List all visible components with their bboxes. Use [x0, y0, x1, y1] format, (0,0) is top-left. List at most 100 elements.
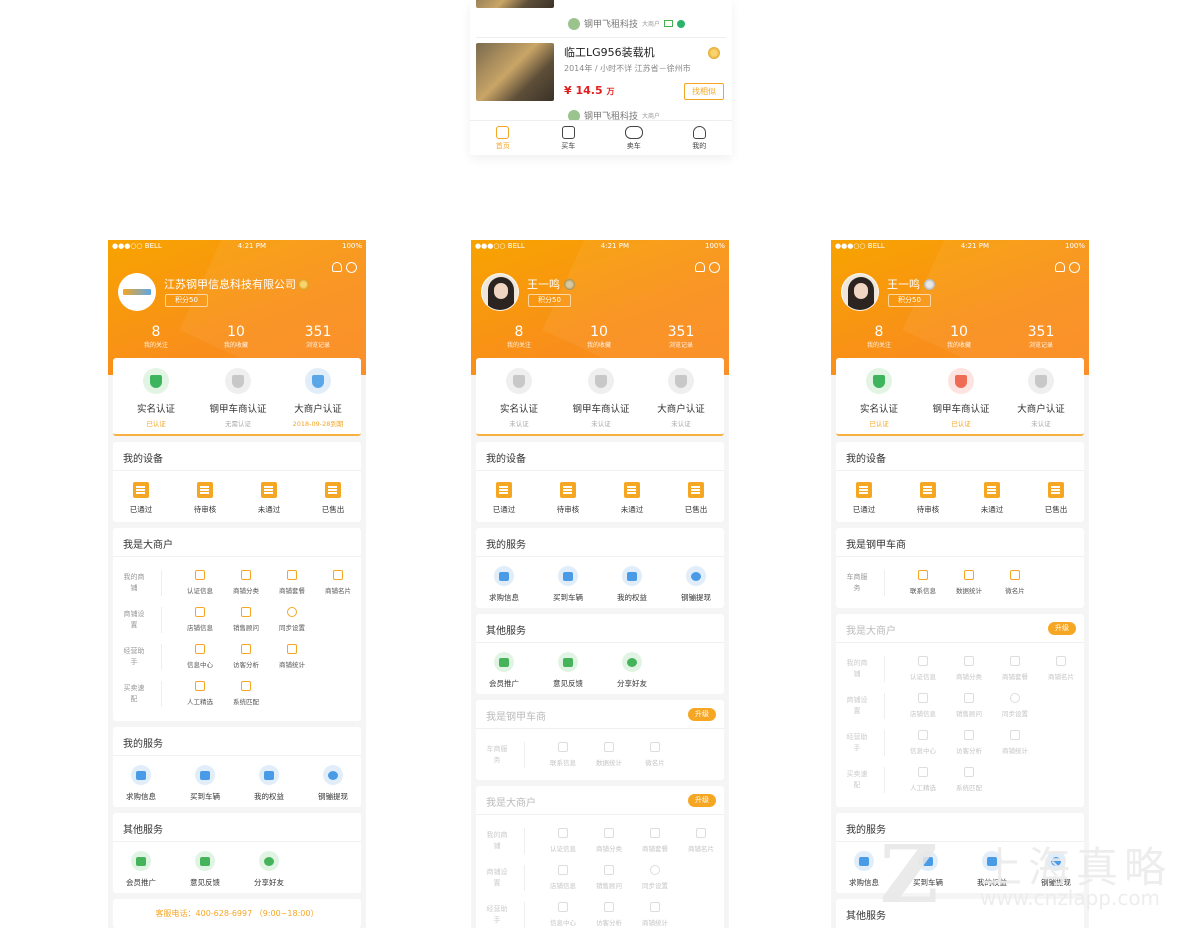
menu-shop-info[interactable]: 店铺信息 [176, 607, 224, 632]
stat-history[interactable]: 351 浏览记录 [275, 324, 361, 349]
other-share[interactable]: 分享好友 [604, 652, 660, 689]
item-label: 店铺信息 [910, 710, 936, 718]
menu-info-center[interactable]: 信息中心 [176, 644, 224, 669]
user-icon [692, 125, 706, 139]
equipment-title[interactable]: 临工LG956装载机 [564, 44, 655, 60]
menu-shop-card[interactable]: 商铺名片 [314, 570, 361, 595]
points-badge[interactable]: 积分50 [888, 294, 931, 307]
cert-merchant[interactable]: 大商户认证 未认证 [1000, 368, 1082, 428]
device-rejected[interactable]: 未通过 [604, 482, 660, 515]
device-rejected[interactable]: 未通过 [241, 482, 297, 515]
cert-merchant[interactable]: 大商户认证 2018-09-28到期 [277, 368, 359, 428]
menu-visitor-analysis[interactable]: 访客分析 [222, 644, 270, 669]
stat-follow[interactable]: 8 我的关注 [113, 324, 199, 349]
stat-follow[interactable]: 8 我的关注 [836, 324, 922, 349]
service-withdraw[interactable]: 钢镚提现 [305, 765, 361, 802]
stat-favorites[interactable]: 10 我的收藏 [556, 324, 642, 349]
cert-realname[interactable]: 实名认证 未认证 [478, 368, 560, 428]
cert-merchant[interactable]: 大商户认证 未认证 [640, 368, 722, 428]
dealer-card: 我是钢甲车商 车商服务 联系信息 数据统计 微名片 [836, 528, 1084, 608]
tab-buy[interactable]: 买车 [536, 121, 602, 155]
service-purchase-info[interactable]: 求购信息 [113, 765, 169, 802]
section-title: 我的服务 [846, 825, 886, 836]
service-withdraw[interactable]: 钢镚提现 [668, 566, 724, 603]
hotline-card[interactable]: 客服电话：400-628-6997 （9:00~18:00） [113, 899, 361, 928]
stat-favorites[interactable]: 10 我的收藏 [916, 324, 1002, 349]
equipment-thumbnail[interactable] [476, 0, 554, 8]
cert-dealer[interactable]: 钢甲车商认证 无需认证 [197, 368, 279, 428]
stat-follow[interactable]: 8 我的关注 [476, 324, 562, 349]
gear-icon[interactable] [709, 262, 720, 273]
menu-data-stats[interactable]: 数据统计 [945, 570, 993, 595]
find-similar-button[interactable]: 找相似 [684, 83, 724, 100]
device-pending[interactable]: 待审核 [540, 482, 596, 515]
bell-icon[interactable] [1055, 262, 1065, 272]
service-withdraw[interactable]: 钢镚提现 [1028, 851, 1084, 888]
menu-contact-info[interactable]: 联系信息 [899, 570, 947, 595]
service-my-rights[interactable]: 我的权益 [964, 851, 1020, 888]
device-sold[interactable]: 已售出 [305, 482, 361, 515]
device-pending[interactable]: 待审核 [900, 482, 956, 515]
upgrade-button[interactable]: 升级 [688, 794, 716, 807]
device-pending[interactable]: 待审核 [177, 482, 233, 515]
device-approved[interactable]: 已通过 [836, 482, 892, 515]
other-share[interactable]: 分享好友 [241, 851, 297, 888]
menu-cert-info[interactable]: 认证信息 [176, 570, 224, 595]
stat-history[interactable]: 351 浏览记录 [998, 324, 1084, 349]
stat-value: 10 [227, 324, 245, 340]
upgrade-button[interactable]: 升级 [688, 708, 716, 721]
gear-icon[interactable] [346, 262, 357, 273]
tab-sell[interactable]: 卖车 [601, 121, 667, 155]
menu-sync-settings[interactable]: 同步设置 [268, 607, 316, 632]
service-bought-vehicles[interactable]: 买到车辆 [540, 566, 596, 603]
service-purchase-info[interactable]: 求购信息 [476, 566, 532, 603]
divider [113, 755, 361, 756]
upgrade-button[interactable]: 升级 [1048, 622, 1076, 635]
other-member-promo[interactable]: 会员推广 [476, 652, 532, 689]
service-bought-vehicles[interactable]: 买到车辆 [177, 765, 233, 802]
stat-favorites[interactable]: 10 我的收藏 [193, 324, 279, 349]
tab-mine[interactable]: 我的 [667, 121, 733, 155]
equipment-thumbnail[interactable] [476, 43, 554, 101]
stat-history[interactable]: 351 浏览记录 [638, 324, 724, 349]
bell-icon[interactable] [332, 262, 342, 272]
gear-icon[interactable] [1069, 262, 1080, 273]
avatar[interactable] [841, 273, 879, 311]
menu-shop-stats[interactable]: 商铺统计 [268, 644, 316, 669]
menu-shop-category[interactable]: 商铺分类 [222, 570, 270, 595]
bell-icon[interactable] [695, 262, 705, 272]
service-bought-vehicles[interactable]: 买到车辆 [900, 851, 956, 888]
avatar[interactable] [481, 273, 519, 311]
menu-system-match[interactable]: 系统匹配 [222, 681, 270, 706]
battery: 100% [1064, 242, 1085, 250]
service-my-rights[interactable]: 我的权益 [241, 765, 297, 802]
service-purchase-info[interactable]: 求购信息 [836, 851, 892, 888]
service-my-rights[interactable]: 我的权益 [604, 566, 660, 603]
my-services-card: 我的服务 求购信息 买到车辆 我的权益 钢镚提现 [113, 727, 361, 807]
customer-hotline[interactable]: 客服电话：400-628-6997 （9:00~18:00） [113, 908, 361, 919]
match-icon [241, 681, 251, 691]
device-approved[interactable]: 已通过 [476, 482, 532, 515]
item-label: 微名片 [1005, 587, 1025, 595]
device-sold[interactable]: 已售出 [1028, 482, 1084, 515]
menu-manual-pick[interactable]: 人工精选 [176, 681, 224, 706]
device-approved[interactable]: 已通过 [113, 482, 169, 515]
other-member-promo[interactable]: 会员推广 [113, 851, 169, 888]
avatar[interactable] [118, 273, 156, 311]
device-sold[interactable]: 已售出 [668, 482, 724, 515]
other-feedback[interactable]: 意见反馈 [540, 652, 596, 689]
menu-micro-card[interactable]: 微名片 [991, 570, 1039, 595]
menu-shop-package[interactable]: 商铺套餐 [268, 570, 316, 595]
other-feedback[interactable]: 意见反馈 [177, 851, 233, 888]
tab-home[interactable]: 首页 [470, 121, 536, 155]
points-badge[interactable]: 积分50 [165, 294, 208, 307]
my-services-card: 我的服务 求购信息 买到车辆 我的权益 钢镚提现 [476, 528, 724, 608]
device-rejected[interactable]: 未通过 [964, 482, 1020, 515]
cert-realname[interactable]: 实名认证 已认证 [115, 368, 197, 428]
points-badge[interactable]: 积分50 [528, 294, 571, 307]
cert-realname[interactable]: 实名认证 已认证 [838, 368, 920, 428]
cert-dealer[interactable]: 钢甲车商认证 已认证 [920, 368, 1002, 428]
menu-sales-advisor[interactable]: 销售顾问 [222, 607, 270, 632]
cert-dealer[interactable]: 钢甲车商认证 未认证 [560, 368, 642, 428]
item-label: 已售出 [1044, 505, 1068, 514]
